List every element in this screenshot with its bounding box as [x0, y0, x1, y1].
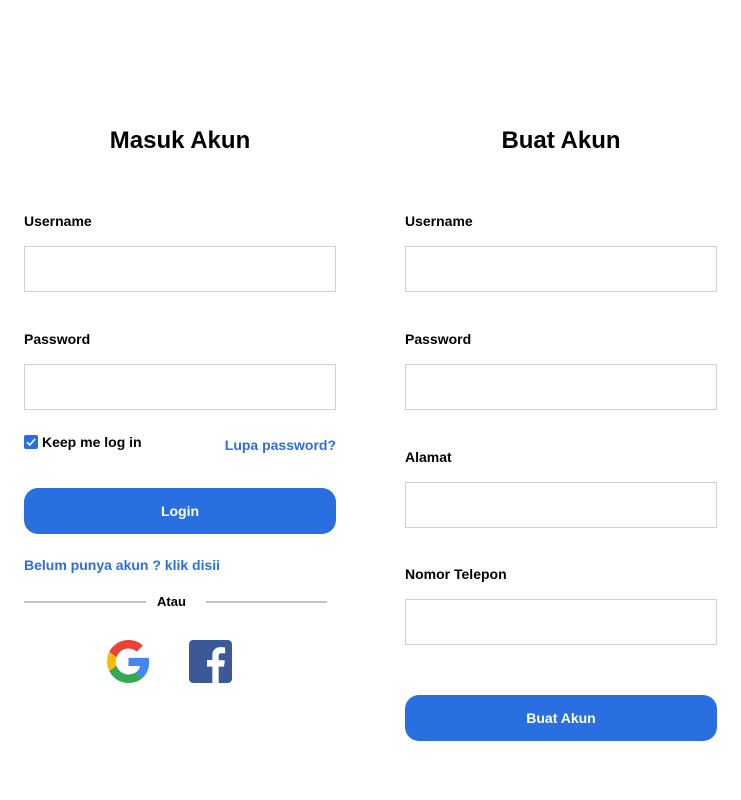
register-username-label: Username [405, 213, 473, 229]
login-button[interactable]: Login [24, 488, 336, 534]
divider-line-right [206, 601, 327, 603]
keep-logged-in[interactable]: Keep me log in [24, 434, 142, 450]
register-panel: Buat Akun Username Password Alamat Nomor… [405, 0, 717, 800]
google-login-button[interactable] [107, 640, 150, 683]
phone-input[interactable] [405, 599, 717, 645]
divider-line-left [24, 601, 146, 603]
register-title: Buat Akun [501, 127, 621, 154]
password-label: Password [24, 331, 91, 347]
login-panel: Masuk Akun Username Password Keep me log… [24, 0, 336, 800]
google-icon [107, 640, 150, 683]
facebook-login-button[interactable] [189, 640, 232, 683]
register-password-input[interactable] [405, 364, 717, 410]
phone-label: Nomor Telepon [405, 566, 507, 582]
register-password-label: Password [405, 331, 472, 347]
keep-logged-in-checkbox[interactable] [24, 435, 38, 449]
keep-logged-in-label: Keep me log in [42, 434, 142, 450]
username-label: Username [24, 213, 92, 229]
address-label: Alamat [405, 449, 452, 465]
create-account-button[interactable]: Buat Akun [405, 695, 717, 741]
register-username-input[interactable] [405, 246, 717, 292]
signup-link[interactable]: Belum punya akun ? klik disii [24, 556, 220, 574]
checkmark-icon [26, 438, 36, 447]
password-input[interactable] [24, 364, 336, 410]
divider-text: Atau [157, 594, 186, 609]
address-input[interactable] [405, 482, 717, 528]
login-title: Masuk Akun [109, 127, 251, 154]
facebook-icon [189, 640, 232, 683]
forgot-password-link[interactable]: Lupa password? [225, 436, 336, 454]
username-input[interactable] [24, 246, 336, 292]
